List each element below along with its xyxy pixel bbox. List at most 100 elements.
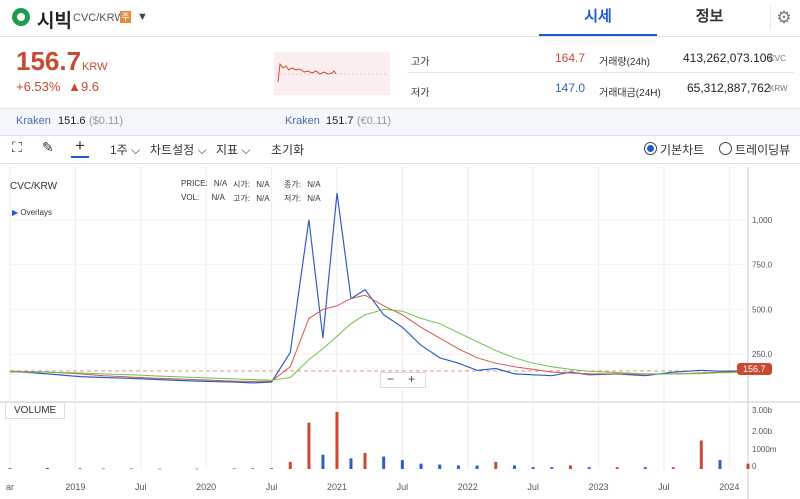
volume-bar — [307, 422, 311, 469]
volume-tick-label: 1000m — [752, 445, 777, 454]
chart-toolbar: ⛶ ✎ + 1주 ⌵ 차트설정 ⌵ 지표 ⌵ 초기화 기본차트 트레이딩뷰 — [0, 135, 800, 164]
y-tick-label: 750.0 — [752, 261, 773, 270]
legend-vol: VOL: N/A — [181, 193, 225, 202]
interval-select[interactable]: 1주 ⌵ — [110, 141, 140, 158]
legend-price-value: N/A — [213, 179, 228, 188]
triangle-icon: ▶ — [12, 208, 19, 217]
volume-bar — [419, 463, 423, 469]
pencil-icon[interactable]: ✎ — [42, 139, 54, 156]
last-price-tag: 156.7 — [737, 363, 772, 375]
mini-price-chart — [274, 52, 390, 95]
volume-bar — [157, 468, 161, 470]
x-tick-label: Jul — [527, 482, 539, 492]
legend-close: 종가: N/A — [284, 179, 321, 190]
price-unit: KRW — [82, 61, 108, 73]
legend-high-label: 고가: — [233, 194, 250, 203]
volume-bar — [699, 440, 703, 469]
x-tick-label: ar — [6, 482, 14, 492]
volume-bar — [129, 468, 133, 470]
change-absolute: ▲9.6 — [68, 79, 100, 94]
volume-bar — [746, 463, 750, 469]
volume-tick-label: 0 — [752, 462, 757, 471]
legend-close-label: 종가: — [284, 180, 301, 189]
price-change: +6.53% ▲9.6 — [16, 79, 99, 94]
volume-bar — [643, 467, 647, 469]
volume-bar — [512, 465, 516, 469]
zoom-in-button[interactable]: + — [408, 372, 415, 386]
indicators-label: 지표 — [216, 143, 239, 157]
trading-view-label[interactable]: 트레이딩뷰 — [735, 141, 790, 158]
legend-low-value: N/A — [307, 194, 321, 203]
interval-label: 1주 — [110, 143, 128, 157]
volume-bar — [78, 468, 82, 469]
x-tick-label: 2021 — [327, 482, 347, 492]
volume-bar — [456, 465, 460, 469]
legend-high: 고가: N/A — [233, 193, 270, 204]
crosshair-icon[interactable]: + — [71, 136, 89, 158]
reset-button[interactable]: 초기화 — [271, 141, 304, 158]
volume-bar — [101, 468, 105, 470]
x-tick-label: 2023 — [589, 482, 609, 492]
x-tick-label: 2024 — [719, 482, 739, 492]
high-label: 고가 — [411, 57, 430, 68]
y-tick-label: 1,000 — [752, 216, 773, 225]
volume-bar — [587, 467, 591, 469]
chart-settings-select[interactable]: 차트설정 ⌵ — [150, 141, 207, 158]
volume-bars — [8, 412, 750, 470]
low-label: 저가 — [411, 88, 430, 99]
volume-bar — [45, 467, 49, 469]
chart-grid — [0, 167, 800, 499]
volume-bar — [550, 467, 554, 469]
overlays-toggle[interactable]: ▶ Overlays — [12, 208, 52, 217]
vol-unit: CVC — [769, 54, 786, 63]
volume-bar — [335, 412, 339, 469]
slow-ma-line — [10, 308, 749, 381]
chart-symbol: CVC/KRW — [10, 181, 58, 192]
legend-open-value: N/A — [256, 180, 270, 189]
volume-bar — [615, 467, 619, 469]
trading-view-radio[interactable] — [719, 142, 732, 155]
volume-bar — [531, 467, 535, 469]
legend-low: 저가: N/A — [284, 193, 321, 204]
fullscreen-icon[interactable]: ⛶ — [12, 139, 22, 156]
exchange-name[interactable]: Kraken — [16, 115, 51, 127]
volume-pane-label: VOLUME — [5, 402, 66, 419]
coin-dropdown-chevron-icon[interactable]: ▼ — [137, 11, 148, 23]
x-tick-label: 2019 — [65, 482, 85, 492]
legend-high-value: N/A — [256, 194, 270, 203]
volume-bar — [400, 460, 404, 469]
warning-badge: 주 — [120, 11, 131, 23]
volume-bar — [475, 465, 479, 469]
coin-logo-icon — [12, 8, 30, 26]
exchange-price: 151.6 — [58, 115, 86, 127]
amount-value: 65,312,887,762 — [687, 81, 771, 95]
price-chart[interactable]: ar 2019 Jul 2020 Jul 2021 Jul 2022 Jul 2023 Jul 202… — [0, 167, 800, 499]
vol-label: 거래량(24h) — [599, 57, 650, 68]
exchange-price: 151.7 — [326, 115, 354, 127]
overlays-label: Overlays — [20, 208, 52, 217]
volume-bar — [671, 467, 675, 469]
basic-chart-label[interactable]: 기본차트 — [660, 141, 704, 158]
amount-unit: KRW — [769, 84, 788, 93]
volume-bar — [382, 456, 386, 469]
header-bar: 시빅 CVC/KRW 주 ▼ 시세 정보 ⚙ — [0, 0, 800, 37]
stats-divider — [407, 72, 794, 73]
volume-tick-label: 2.00b — [752, 427, 773, 436]
volume-bar — [195, 468, 199, 470]
zoom-out-button[interactable]: − — [387, 372, 394, 386]
gear-icon[interactable]: ⚙ — [770, 6, 797, 30]
exchange-bar: Kraken 151.6 ($0.11) Kraken 151.7 (€0.11… — [0, 108, 800, 136]
volume-bar — [438, 464, 442, 469]
tab-price[interactable]: 시세 — [539, 0, 657, 36]
x-tick-label: 2020 — [196, 482, 216, 492]
volume-tick-label: 3.00b — [752, 406, 773, 415]
volume-bar — [569, 465, 573, 469]
basic-chart-radio[interactable] — [644, 142, 657, 155]
exchange-name[interactable]: Kraken — [285, 115, 320, 127]
indicators-select[interactable]: 지표 ⌵ — [216, 141, 251, 158]
volume-bar — [494, 461, 498, 469]
volume-bar — [270, 468, 274, 469]
pair-label: CVC/KRW — [73, 12, 125, 24]
volume-bar — [8, 468, 12, 469]
tab-info[interactable]: 정보 — [657, 0, 762, 34]
